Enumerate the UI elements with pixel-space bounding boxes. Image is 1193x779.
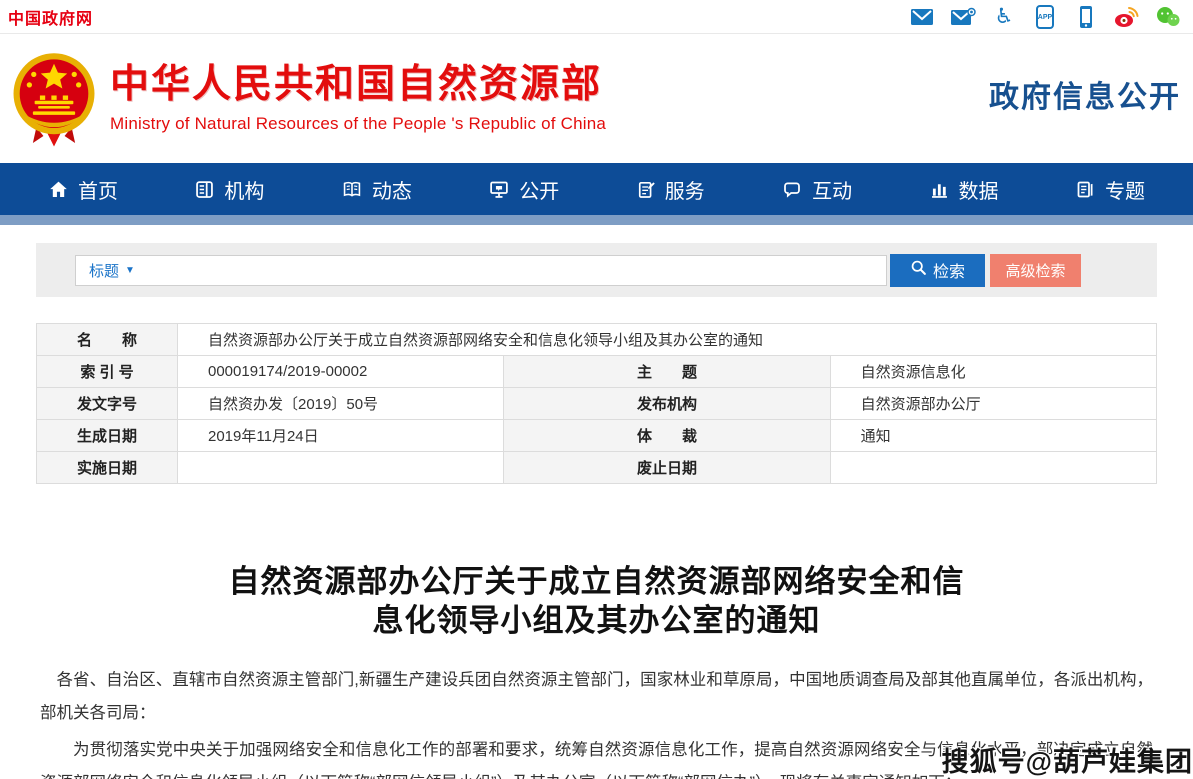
data-icon [929,179,950,200]
meta-label-subject: 主 题 [504,356,830,388]
wechat-icon[interactable] [1155,5,1181,29]
main-nav: 首页 机构 动态 公开 服务 互动 数据 专题 [0,163,1193,215]
top-utility-bar: 中国政府网 ♿ APP [0,0,1193,34]
masthead: 中华人民共和国自然资源部 Ministry of Natural Resourc… [0,34,1193,163]
table-row: 实施日期 废止日期 [37,452,1157,484]
document-meta-table: 名 称 自然资源部办公厅关于成立自然资源部网络安全和信息化领导小组及其办公室的通… [36,323,1157,484]
meta-label-docnumber: 发文字号 [37,388,178,420]
nav-item-data[interactable]: 数据 [929,175,999,204]
meta-label-genre: 体 裁 [504,420,830,452]
table-row: 发文字号 自然资办发〔2019〕50号 发布机构 自然资源部办公厅 [37,388,1157,420]
search-button[interactable]: 检索 [890,254,985,287]
meta-value-created-date: 2019年11月24日 [178,420,504,452]
table-row: 索 引 号 000019174/2019-00002 主 题 自然资源信息化 [37,356,1157,388]
gov-portal-link[interactable]: 中国政府网 [8,5,93,29]
service-icon [636,179,656,200]
nav-item-home[interactable]: 首页 [48,175,118,204]
public-icon [488,179,510,200]
gov-info-disclosure-link[interactable]: 政府信息公开 [989,72,1181,116]
meta-value-docnumber: 自然资办发〔2019〕50号 [178,388,504,420]
ministry-title: 中华人民共和国自然资源部 [110,63,606,108]
nav-item-public[interactable]: 公开 [488,175,559,204]
weibo-icon[interactable] [1114,5,1140,29]
search-input[interactable]: 标题 ▼ [75,255,887,286]
meta-label-index: 索 引 号 [37,356,178,388]
search-icon [910,259,927,281]
mail-icon[interactable] [909,5,935,29]
accessibility-icon[interactable]: ♿ [991,5,1017,29]
national-emblem-logo [10,51,98,147]
meta-value-name: 自然资源部办公厅关于成立自然资源部网络安全和信息化领导小组及其办公室的通知 [178,324,1157,356]
nav-item-org[interactable]: 机构 [194,175,264,204]
meta-value-index: 000019174/2019-00002 [178,356,504,388]
meta-value-subject: 自然资源信息化 [830,356,1156,388]
home-icon [48,179,69,200]
meta-value-issuer: 自然资源部办公厅 [830,388,1156,420]
document-title: 自然资源部办公厅关于成立自然资源部网络安全和信 息化领导小组及其办公室的通知 [40,562,1153,640]
meta-value-effective-date [178,452,504,484]
chevron-down-icon: ▼ [125,265,135,276]
org-icon [194,179,215,200]
top-icon-group: ♿ APP [909,5,1183,29]
nav-item-service[interactable]: 服务 [636,175,705,204]
table-row: 生成日期 2019年11月24日 体 裁 通知 [37,420,1157,452]
meta-label-effective-date: 实施日期 [37,452,178,484]
meta-value-repeal-date [830,452,1156,484]
meta-value-genre: 通知 [830,420,1156,452]
paragraph-addressees: 各省、自治区、直辖市自然资源主管部门,新疆生产建设兵团自然资源主管部门，国家林业… [40,664,1153,730]
news-icon [341,179,363,200]
interact-icon [781,179,803,200]
nav-accent-strip [0,215,1193,225]
sohu-watermark: 搜狐号@葫芦娃集团 [942,740,1193,779]
meta-label-name: 名 称 [37,324,178,356]
nav-item-topics[interactable]: 专题 [1075,175,1145,204]
advanced-search-button[interactable]: 高级检索 [990,254,1081,287]
topics-icon [1075,179,1096,200]
nav-item-news[interactable]: 动态 [341,175,412,204]
app-icon[interactable]: APP [1032,5,1058,29]
table-row: 名 称 自然资源部办公厅关于成立自然资源部网络安全和信息化领导小组及其办公室的通… [37,324,1157,356]
mail-settings-icon[interactable] [950,5,976,29]
search-section: 标题 ▼ 检索 高级检索 [36,243,1157,297]
meta-label-issuer: 发布机构 [504,388,830,420]
meta-label-repeal-date: 废止日期 [504,452,830,484]
mobile-icon[interactable] [1073,5,1099,29]
svg-text:APP: APP [1038,14,1053,21]
search-field-selector[interactable]: 标题 ▼ [89,260,135,281]
meta-label-created-date: 生成日期 [37,420,178,452]
nav-item-interact[interactable]: 互动 [781,175,852,204]
ministry-title-en: Ministry of Natural Resources of the Peo… [110,114,606,134]
